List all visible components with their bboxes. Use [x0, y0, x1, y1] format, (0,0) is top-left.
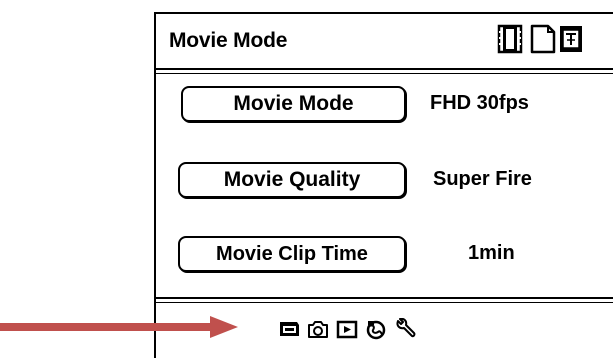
menu-row-movie-mode: Movie Mode FHD 30fps — [156, 86, 613, 130]
movie-clip-time-value: 1min — [468, 242, 515, 264]
camera-menu-screen: Movie Mode Movie Mode FHD 30fps Movie Qu… — [154, 12, 613, 358]
video-camera-icon[interactable] — [277, 318, 301, 340]
annotation-arrow — [0, 314, 240, 340]
page-gear-icon — [560, 26, 582, 52]
movie-mode-button[interactable]: Movie Mode — [181, 86, 406, 122]
camera-icon[interactable] — [306, 318, 330, 340]
menu-row-movie-clip-time: Movie Clip Time 1min — [156, 236, 613, 280]
footer-divider-thin — [156, 302, 613, 303]
header-divider-thin — [156, 73, 613, 74]
world-icon[interactable] — [364, 318, 388, 340]
movie-mode-value: FHD 30fps — [430, 92, 529, 114]
menu-header: Movie Mode — [156, 14, 613, 68]
wrench-icon[interactable] — [393, 318, 417, 340]
movie-quality-value: Super Fire — [433, 168, 532, 190]
mode-icon-bar — [277, 316, 422, 342]
footer-divider — [156, 297, 613, 299]
page-title: Movie Mode — [169, 29, 288, 52]
header-icons — [496, 22, 608, 56]
header-divider — [156, 68, 613, 70]
page-icon — [530, 24, 556, 54]
menu-row-movie-quality: Movie Quality Super Fire — [156, 162, 613, 206]
movie-quality-button[interactable]: Movie Quality — [178, 162, 406, 198]
arrow-right-icon — [0, 316, 238, 338]
movie-clip-time-button[interactable]: Movie Clip Time — [178, 236, 406, 272]
playback-icon[interactable] — [335, 318, 359, 340]
film-strip-icon — [497, 24, 523, 54]
